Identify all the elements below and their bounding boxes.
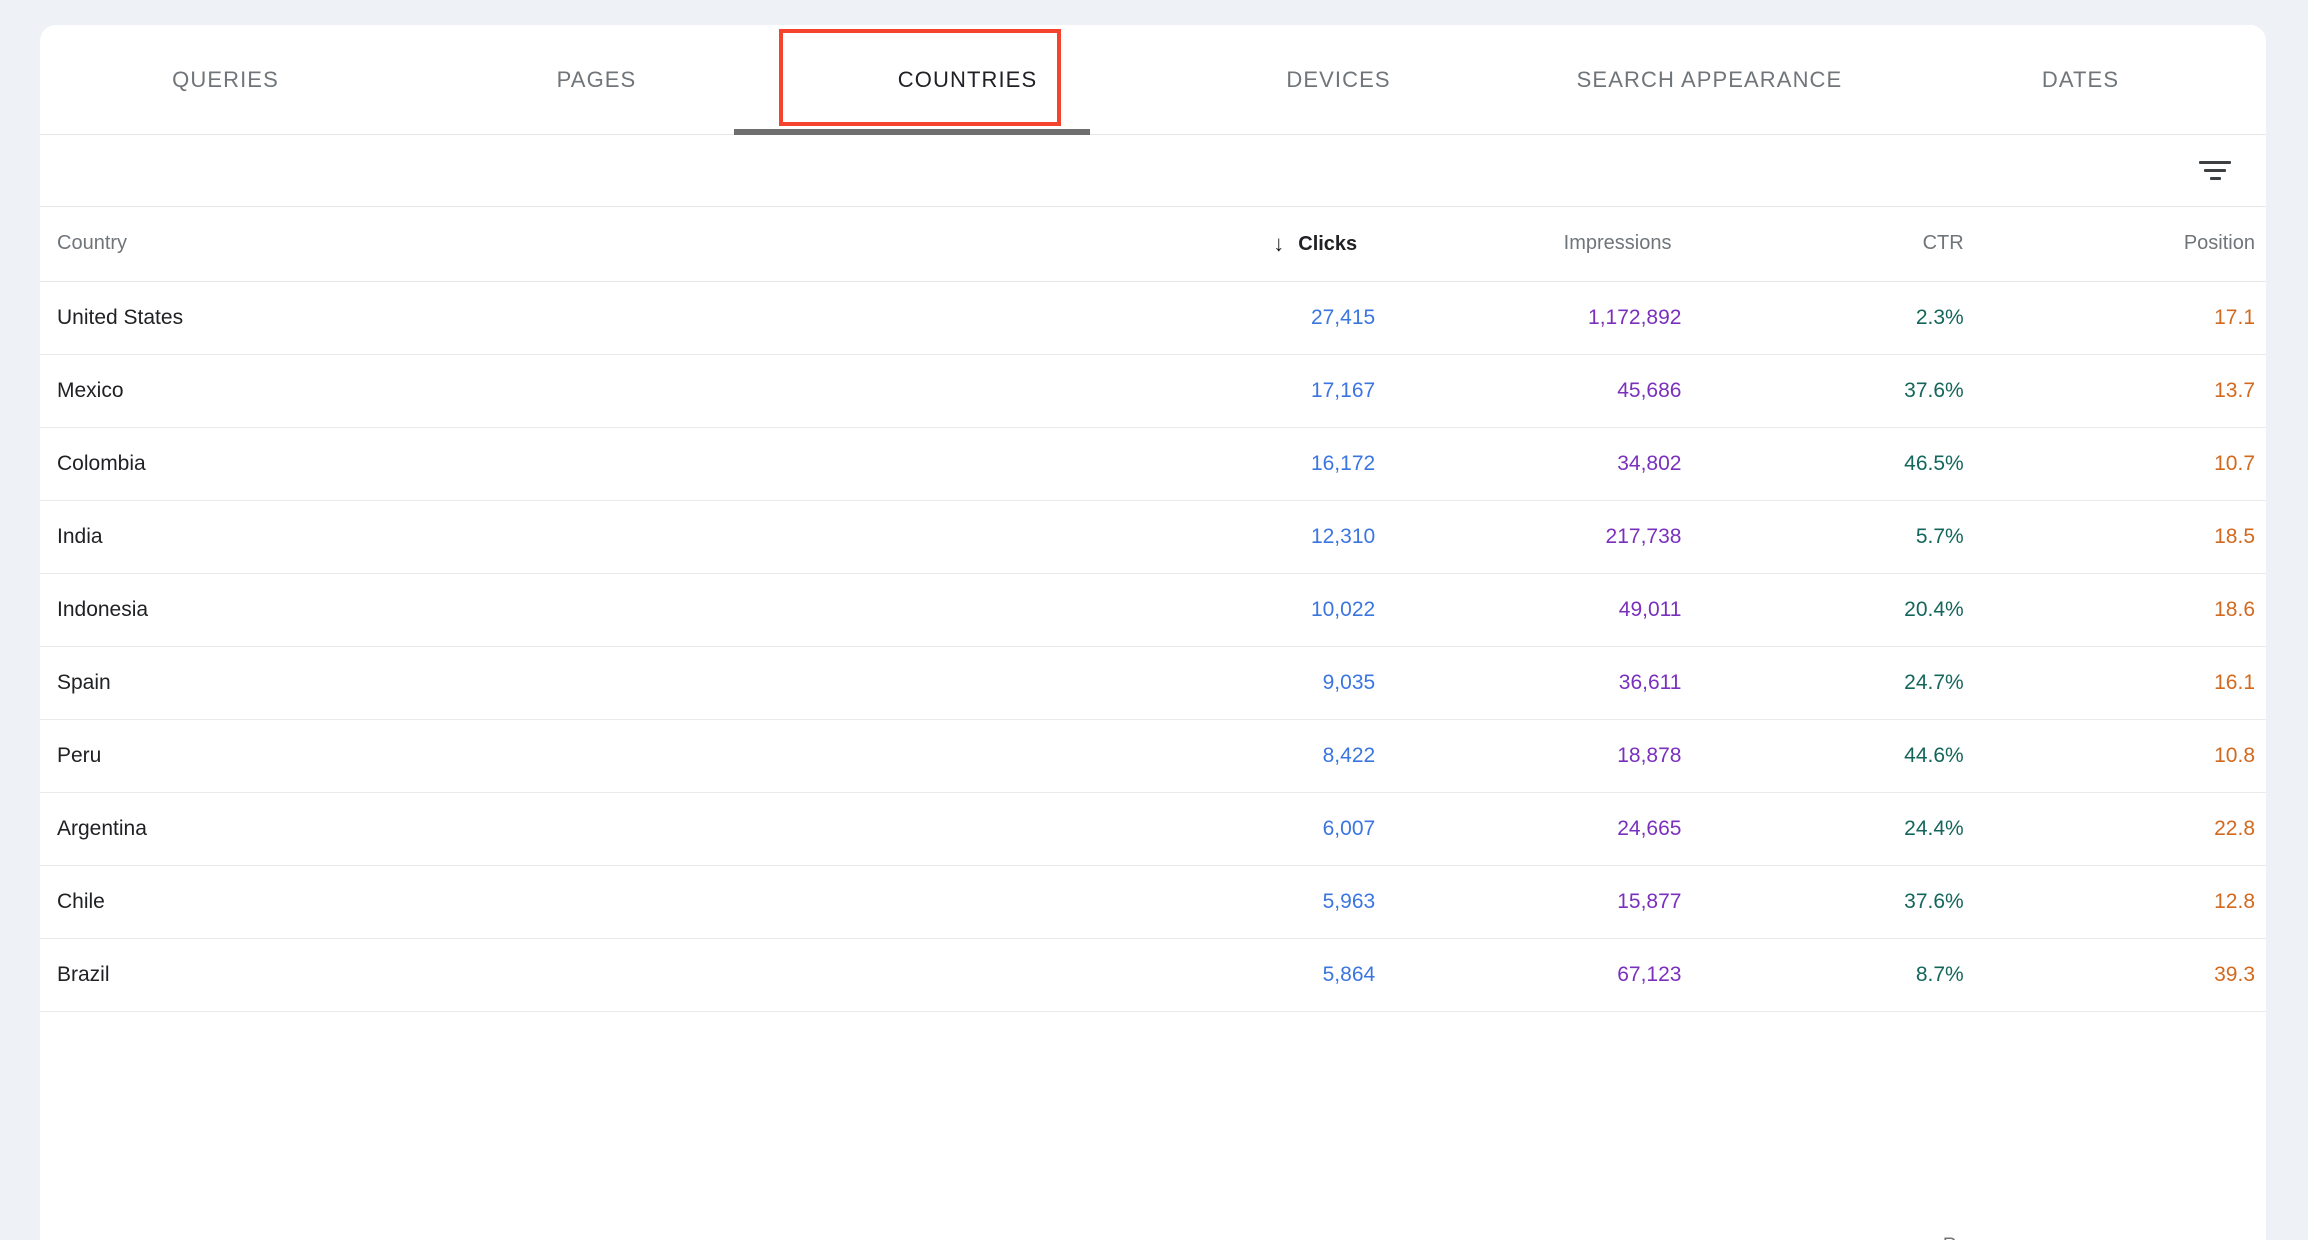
tab-queries-label: QUERIES xyxy=(172,66,279,92)
table-pagination: Rows per page: ‹ › xyxy=(40,1206,2266,1240)
sort-descending-icon: ↓ xyxy=(1273,230,1285,256)
tab-queries[interactable]: QUERIES xyxy=(40,25,411,135)
table-row[interactable]: Spain 9,035 36,611 24.7% 16.1 xyxy=(40,646,2266,720)
cell-clicks: 5,963 xyxy=(1078,865,1386,939)
column-header-clicks[interactable]: ↓ Clicks xyxy=(1078,207,1386,282)
filter-icon-bar-bottom xyxy=(2209,177,2221,180)
cell-country[interactable]: Indonesia xyxy=(40,573,1079,647)
cell-impressions: 217,738 xyxy=(1385,500,1692,574)
cell-country[interactable]: Colombia xyxy=(40,427,1079,501)
table-row[interactable]: Indonesia 10,022 49,011 20.4% 18.6 xyxy=(40,573,2266,647)
cell-ctr: 20.4% xyxy=(1691,573,1972,647)
tab-devices-label: DEVICES xyxy=(1286,66,1391,92)
cell-impressions: 1,172,892 xyxy=(1385,281,1692,355)
tab-dates[interactable]: DATES xyxy=(1895,25,2266,135)
cell-country[interactable]: Chile xyxy=(40,865,1079,939)
cell-position: 17.1 xyxy=(1971,281,2266,355)
column-header-ctr-label: CTR xyxy=(1922,232,1964,255)
table-toolbar xyxy=(40,135,2266,207)
cell-clicks: 9,035 xyxy=(1078,646,1386,720)
cell-position: 16.1 xyxy=(1971,646,2266,720)
previous-page-icon[interactable]: ‹ xyxy=(2116,1226,2156,1240)
filter-icon-bar-top xyxy=(2199,161,2231,164)
table-body: United States 27,415 1,172,892 2.3% 17.1 Mexi… xyxy=(40,281,2266,1012)
next-page-icon[interactable]: › xyxy=(2196,1226,2236,1240)
tab-search-appearance[interactable]: SEARCH APPEARANCE xyxy=(1524,25,1895,135)
tab-dates-label: DATES xyxy=(2041,66,2120,92)
cell-country[interactable]: United States xyxy=(40,281,1079,355)
tab-pages[interactable]: PAGES xyxy=(411,25,782,135)
tab-pages-label: PAGES xyxy=(556,66,637,92)
cell-position: 12.8 xyxy=(1971,865,2266,939)
filter-icon-bar-middle xyxy=(2204,169,2226,172)
cell-ctr: 5.7% xyxy=(1691,500,1972,574)
table-header-row: Country ↓ Clicks Impressions CTR Position xyxy=(40,207,2266,282)
cell-impressions: 18,878 xyxy=(1385,719,1692,793)
cell-position: 13.7 xyxy=(1971,354,2266,428)
cell-clicks: 5,864 xyxy=(1078,938,1386,1012)
table-row[interactable]: Colombia 16,172 34,802 46.5% 10.7 xyxy=(40,427,2266,501)
cell-country[interactable]: Peru xyxy=(40,719,1079,793)
cell-impressions: 67,123 xyxy=(1385,938,1692,1012)
column-header-ctr[interactable]: CTR xyxy=(1691,207,1972,282)
column-header-impressions-label: Impressions xyxy=(1563,232,1672,255)
column-header-impressions[interactable]: Impressions xyxy=(1385,207,1692,282)
cell-ctr: 37.6% xyxy=(1691,865,1972,939)
cell-clicks: 27,415 xyxy=(1078,281,1386,355)
cell-ctr: 24.4% xyxy=(1691,792,1972,866)
cell-impressions: 36,611 xyxy=(1385,646,1692,720)
cell-ctr: 8.7% xyxy=(1691,938,1972,1012)
cell-ctr: 46.5% xyxy=(1691,427,1972,501)
cell-position: 18.6 xyxy=(1971,573,2266,647)
column-header-position-label: Position xyxy=(2183,232,2255,255)
cell-impressions: 15,877 xyxy=(1385,865,1692,939)
dimension-tab-bar: QUERIES PAGES COUNTRIES DEVICES SEARCH A… xyxy=(40,25,2266,135)
cell-ctr: 37.6% xyxy=(1691,354,1972,428)
cell-country[interactable]: Argentina xyxy=(40,792,1079,866)
cell-impressions: 49,011 xyxy=(1385,573,1692,647)
column-header-country[interactable]: Country xyxy=(40,207,1079,282)
cell-clicks: 12,310 xyxy=(1078,500,1386,574)
countries-performance-table: Country ↓ Clicks Impressions CTR Position… xyxy=(40,207,2266,1012)
cell-clicks: 6,007 xyxy=(1078,792,1386,866)
cell-clicks: 16,172 xyxy=(1078,427,1386,501)
cell-position: 39.3 xyxy=(1971,938,2266,1012)
table-row[interactable]: Brazil 5,864 67,123 8.7% 39.3 xyxy=(40,938,2266,1012)
column-header-clicks-label: Clicks xyxy=(1298,232,1358,255)
table-row[interactable]: India 12,310 217,738 5.7% 18.5 xyxy=(40,500,2266,574)
cell-impressions: 34,802 xyxy=(1385,427,1692,501)
tab-countries-label: COUNTRIES xyxy=(897,66,1038,92)
cell-clicks: 10,022 xyxy=(1078,573,1386,647)
tab-countries[interactable]: COUNTRIES xyxy=(782,25,1153,135)
table-row[interactable]: Chile 5,963 15,877 37.6% 12.8 xyxy=(40,865,2266,939)
column-header-country-label: Country xyxy=(57,232,128,255)
cell-clicks: 17,167 xyxy=(1078,354,1386,428)
cell-ctr: 2.3% xyxy=(1691,281,1972,355)
performance-table-card: QUERIES PAGES COUNTRIES DEVICES SEARCH A… xyxy=(40,25,2266,1240)
cell-clicks: 8,422 xyxy=(1078,719,1386,793)
column-header-position[interactable]: Position xyxy=(1971,207,2266,282)
cell-ctr: 44.6% xyxy=(1691,719,1972,793)
cell-position: 22.8 xyxy=(1971,792,2266,866)
cell-country[interactable]: Spain xyxy=(40,646,1079,720)
table-row[interactable]: Peru 8,422 18,878 44.6% 10.8 xyxy=(40,719,2266,793)
tab-search-appearance-label: SEARCH APPEARANCE xyxy=(1576,66,1843,92)
table-header: Country ↓ Clicks Impressions CTR Position xyxy=(40,207,2266,282)
cell-impressions: 24,665 xyxy=(1385,792,1692,866)
table-row[interactable]: Mexico 17,167 45,686 37.6% 13.7 xyxy=(40,354,2266,428)
tab-devices[interactable]: DEVICES xyxy=(1153,25,1524,135)
filter-icon[interactable] xyxy=(2199,159,2231,183)
table-row[interactable]: United States 27,415 1,172,892 2.3% 17.1 xyxy=(40,281,2266,355)
cell-position: 18.5 xyxy=(1971,500,2266,574)
cell-country[interactable]: Mexico xyxy=(40,354,1079,428)
cell-position: 10.7 xyxy=(1971,427,2266,501)
cell-country[interactable]: Brazil xyxy=(40,938,1079,1012)
cell-impressions: 45,686 xyxy=(1385,354,1692,428)
cell-country[interactable]: India xyxy=(40,500,1079,574)
cell-position: 10.8 xyxy=(1971,719,2266,793)
table-row[interactable]: Argentina 6,007 24,665 24.4% 22.8 xyxy=(40,792,2266,866)
cell-ctr: 24.7% xyxy=(1691,646,1972,720)
